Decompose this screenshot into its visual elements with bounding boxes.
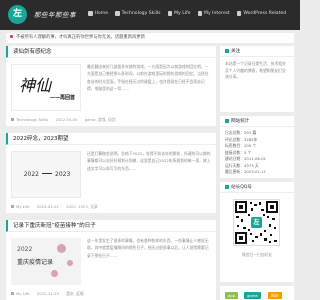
folder-icon — [11, 118, 14, 121]
post-excerpt: 还是打算做些说明。总结下2022，觉得不如去年的那样，所谓的可以做的事情都可以去… — [87, 151, 211, 171]
post-card: 记录下重庆新冠“疫苗接种”的日子 2022 重庆疫情记录 这一年里发生了很多的事… — [6, 220, 216, 300]
post-thumbnail[interactable]: 2022 2023 — [11, 151, 81, 198]
post-meta: Technology Skills 2022-04-05 game, 游戏, 仙… — [11, 117, 211, 123]
post-date: 2022-11-29 — [36, 291, 59, 296]
post-title[interactable]: 读仙剑有感纪念 — [6, 46, 216, 58]
about-text: 本站是一个记录日常生活、技术相关及个人兴趣的博客，希望和朋友们交流分享。 — [225, 61, 286, 79]
post-date: 2022-04-05 — [55, 117, 78, 122]
post-category[interactable]: Technology Skills — [11, 117, 48, 122]
nav-item-my-interest[interactable]: My Interest — [197, 11, 230, 16]
stat-item: 评论总数：3285年 — [225, 136, 258, 142]
post-category[interactable]: My Life — [11, 204, 30, 209]
post-tags[interactable]: game, 游戏, 仙剑 — [85, 117, 116, 122]
home-icon — [88, 11, 93, 16]
post-tags[interactable]: 2022, 2023, 记录 — [66, 204, 98, 209]
post-meta: My Life 2023-01-01 2022, 2023, 记录 — [11, 204, 211, 210]
nav-item-wordpress-related[interactable]: WordPress Related — [236, 11, 287, 16]
post-thumbnail[interactable]: 神仙 ——再回首 — [11, 64, 81, 111]
thumbnail-year-right: 2023 — [55, 171, 71, 178]
site-title[interactable]: 那些年那些事 — [34, 9, 76, 19]
site-header: 左 那些年那些事 Home Technology Skills My Life … — [0, 0, 300, 30]
widget-title: 关注 — [220, 46, 294, 57]
post-category-label: Technology Skills — [16, 117, 49, 122]
post-title[interactable]: 2022碎念，2023期望 — [6, 133, 216, 145]
stat-item: 日志总数：291 篇 — [225, 130, 257, 135]
nav-label: Technology Skills — [121, 11, 161, 16]
post-card: 读仙剑有感纪念 神仙 ——再回首 最近翻出来好几部很多年前的游戏，一方面是因为以… — [6, 46, 216, 126]
thumbnail-year: 2022 — [17, 246, 33, 253]
stat-item: 标签数目：200 个 — [225, 143, 257, 148]
widget-title-label: 网站统计 — [231, 119, 250, 124]
post-tags[interactable]: 重庆, 疫情 — [66, 291, 84, 296]
wordpress-icon — [236, 11, 242, 16]
nav-item-home[interactable]: Home — [88, 11, 108, 16]
about-widget: 关注 本站是一个记录日常生活、技术相关及个人兴趣的博客，希望和朋友们交流分享。 — [220, 46, 294, 112]
qr-caption: 微信扫一扫加好友 — [241, 252, 273, 257]
folder-icon — [11, 292, 14, 295]
stat-item: 运行天数：4373 天 — [225, 162, 259, 168]
post-category[interactable]: My Life — [11, 291, 30, 296]
post-category-label: My Life — [16, 291, 30, 296]
thumbnail-text: 神仙 — [19, 76, 52, 95]
arrow-icon — [42, 173, 52, 174]
post-meta: My Life 2022-11-29 重庆, 疫情 — [11, 291, 211, 297]
post-excerpt: 这一年里发生了很多的事情，也有各种各样的东西，一些事情让人感觉无助，其中就是疫情… — [87, 238, 209, 258]
widget-title: 网站统计 — [220, 116, 294, 127]
thumbnail-subtext: ——再回首 — [49, 95, 75, 101]
widget-title: 站长QQ号 — [220, 182, 294, 193]
nav-label: My Life — [174, 11, 191, 16]
star-icon — [197, 11, 202, 16]
site-logo[interactable]: 左 — [8, 5, 27, 24]
stat-item: 最后更新：2023-01-11 — [225, 169, 267, 174]
user-icon — [225, 48, 229, 53]
virus-icon — [51, 270, 58, 277]
qq-icon — [225, 184, 229, 189]
widget-title-label: 关注 — [231, 49, 241, 54]
nav-item-my-life[interactable]: My Life — [167, 11, 191, 16]
nav-label: Home — [94, 11, 109, 16]
post-card: 2022碎念，2023期望 2022 2023 还是打算做些说明。总结下2022，… — [6, 133, 216, 213]
tag-pill[interactable]: game — [244, 292, 261, 299]
thumbnail-year-left: 2022 — [23, 171, 39, 178]
chart-icon — [225, 118, 229, 123]
stat-item: 链接总数：5 个 — [225, 149, 252, 155]
bell-icon — [10, 35, 13, 38]
virus-icon — [57, 244, 66, 253]
main-nav: Home Technology Skills My Life My Intere… — [88, 11, 293, 16]
tags-widget: app game 网站 — [220, 286, 294, 300]
qr-logo: 左 — [251, 217, 262, 228]
qr-widget: 站长QQ号 左 微信扫一扫加好友 — [220, 182, 294, 282]
stat-item: 建站日期：2011-06-01 — [225, 156, 267, 161]
post-thumbnail[interactable]: 2022 重庆疫情记录 — [11, 238, 81, 285]
post-category-label: My Life — [16, 204, 30, 209]
tag-pill[interactable]: 网站 — [268, 292, 282, 299]
widget-title-label: 站长QQ号 — [231, 185, 253, 190]
code-icon — [115, 11, 120, 16]
post-title[interactable]: 记录下重庆新冠“疫苗接种”的日子 — [6, 220, 216, 232]
post-excerpt: 最近翻出来好几部很多年前的游戏，一方面是因为以前游戏的回忆吧，一方面是自己曾经那… — [87, 64, 209, 91]
tag-pill[interactable]: app — [225, 292, 239, 299]
nav-item-technology-skills[interactable]: Technology Skills — [115, 11, 161, 16]
post-date: 2023-01-01 — [36, 204, 59, 209]
nav-label: My Interest — [204, 11, 230, 16]
thumbnail-caption: 重庆疫情记录 — [17, 259, 54, 266]
notice-text: 不被所有人理解的事，才叫真正的你世界与你无关。话题重新再更新 — [16, 35, 145, 40]
folder-icon — [11, 205, 14, 208]
heart-icon — [167, 11, 173, 16]
qr-code: 左 — [233, 199, 280, 246]
stats-widget: 网站统计 日志总数：291 篇 评论总数：3285年 标签数目：200 个 链接… — [220, 116, 294, 178]
nav-label: WordPress Related — [243, 11, 287, 16]
virus-icon — [67, 260, 73, 266]
notice-bar: 不被所有人理解的事，才叫真正的你世界与你无关。话题重新再更新 — [6, 33, 294, 43]
